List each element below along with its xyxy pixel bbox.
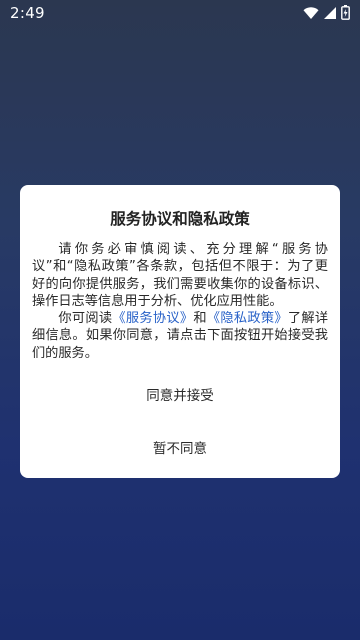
agree-button[interactable]: 同意并接受 [20,384,340,404]
status-icons [303,5,350,20]
paragraph-and-text: 和 [193,311,207,327]
status-time: 2:49 [10,4,45,22]
dialog-title: 服务协议和隐私政策 [110,210,250,228]
privacy-dialog: 服务协议和隐私政策 请你务必审慎阅读、充分理解“服务协议”和“隐私政策”各条款，… [20,185,340,478]
paragraph-prefix-text: 你可阅读 [58,311,113,327]
dialog-paragraph-links: 你可阅读《服务协议》和《隐私政策》了解详细信息。如果你同意，请点击下面按钮开始接… [32,310,328,362]
service-agreement-link[interactable]: 《服务协议》 [112,311,193,326]
dialog-paragraph-consent: 请你务必审慎阅读、充分理解“服务协议”和“隐私政策”各条款，包括但不限于：为了更… [32,242,328,309]
status-bar: 2:49 [0,0,360,26]
battery-icon [341,5,350,20]
cellular-signal-icon [323,6,337,20]
wifi-icon [303,6,319,20]
privacy-policy-link[interactable]: 《隐私政策》 [207,311,288,326]
disagree-button[interactable]: 暂不同意 [20,437,340,457]
dialog-body: 请你务必审慎阅读、充分理解“服务协议”和“隐私政策”各条款，包括但不限于：为了更… [32,241,328,362]
